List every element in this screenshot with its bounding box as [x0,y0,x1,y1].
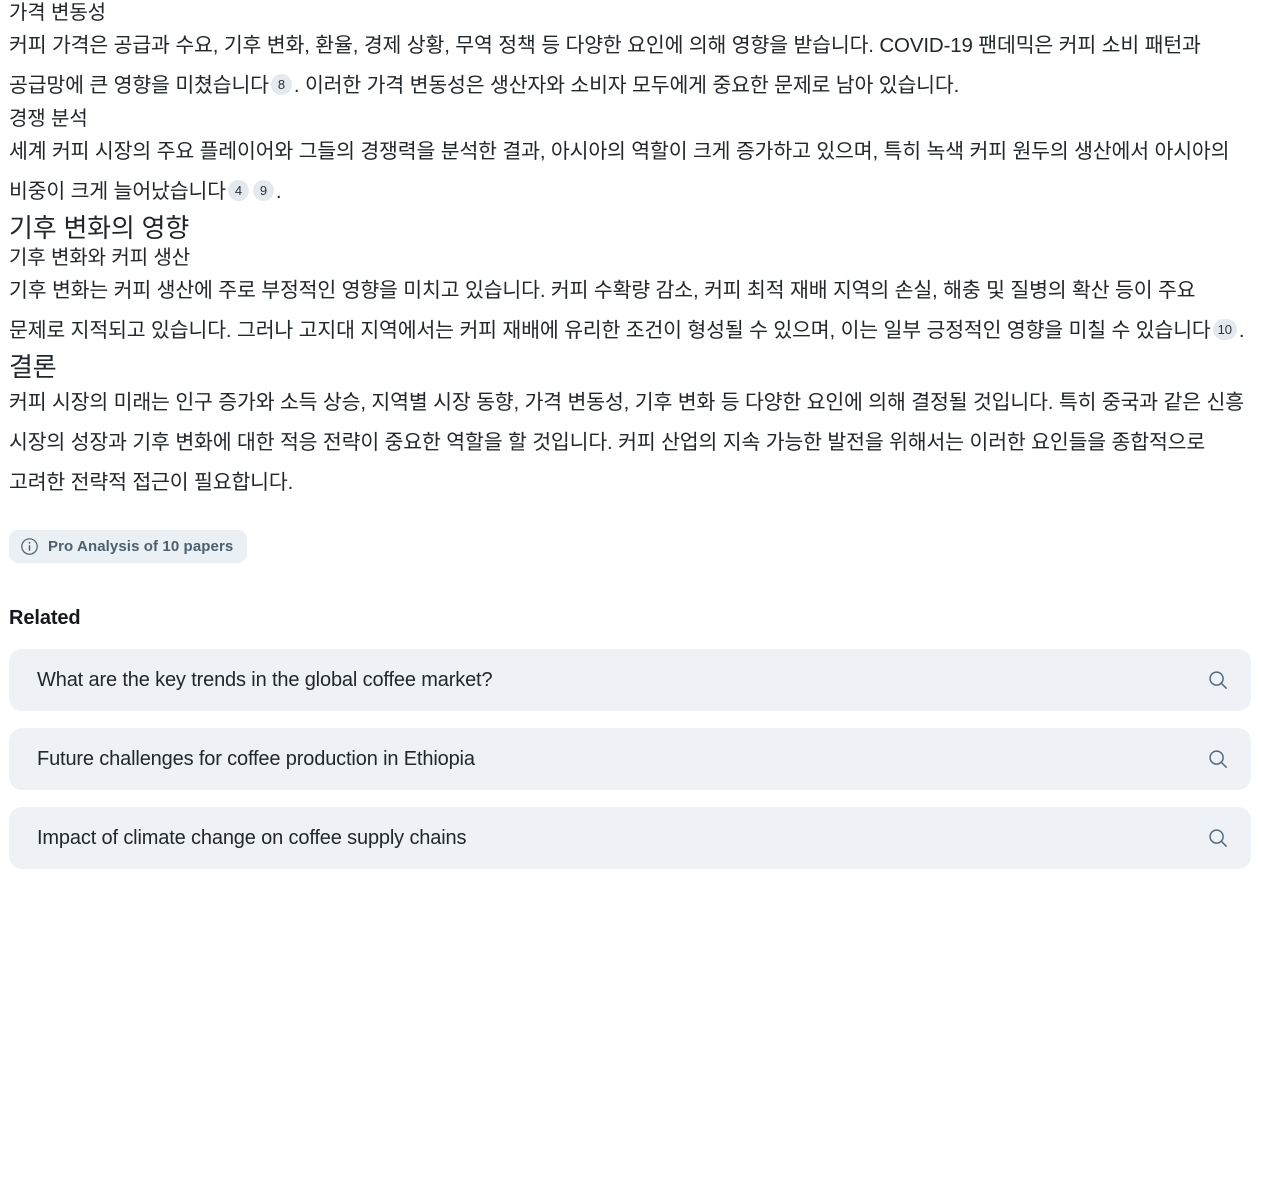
pro-analysis-row: Pro Analysis of 10 papers [9,530,1251,563]
section-price-volatility: 가격 변동성 커피 가격은 공급과 수요, 기후 변화, 환율, 경제 상황, … [9,0,1251,106]
citation-chip-9[interactable]: 9 [252,180,274,201]
conclusion-paragraph: 커피 시장의 미래는 인구 증가와 소득 상승, 지역별 시장 동향, 가격 변… [9,391,1244,494]
citation-chip-10[interactable]: 10 [1212,318,1237,340]
answer-page: 가격 변동성 커피 가격은 공급과 수요, 기후 변화, 환율, 경제 상황, … [0,0,1261,869]
related-question: What are the key trends in the global co… [37,668,493,691]
conclusion-heading: 결론 [9,351,57,382]
related-heading: Related [9,607,81,629]
paragraph-text: 기후 변화는 커피 생산에 주로 부정적인 영향을 미치고 있습니다. 커피 수… [9,278,1211,342]
section-climate-impact: 기후 변화의 영향 기후 변화와 커피 생산 기후 변화는 커피 생산에 주로 … [9,212,1251,351]
paragraph-text: . [1238,318,1245,342]
related-question: Impact of climate change on coffee suppl… [37,826,467,849]
price-volatility-paragraph: 커피 가격은 공급과 수요, 기후 변화, 환율, 경제 상황, 무역 정책 등… [9,26,1251,106]
related-item-2[interactable]: Impact of climate change on coffee suppl… [9,807,1251,869]
related-item-1[interactable]: Future challenges for coffee production … [9,728,1251,790]
climate-impact-heading: 기후 변화의 영향 [9,213,190,243]
info-icon [20,537,39,556]
citation-chip-8[interactable]: 8 [270,74,292,95]
climate-impact-subheading: 기후 변화와 커피 생산 [9,246,191,269]
competitive-analysis-heading: 경쟁 분석 [9,108,88,130]
related-section: Related What are the key trends in the g… [9,607,1251,869]
pro-analysis-badge[interactable]: Pro Analysis of 10 papers [9,530,248,563]
section-competitive-analysis: 경쟁 분석 세계 커피 시장의 주요 플레이어와 그들의 경쟁력을 분석한 결과… [9,106,1251,212]
competitive-analysis-paragraph: 세계 커피 시장의 주요 플레이어와 그들의 경쟁력을 분석한 결과, 아시아의… [9,132,1251,212]
pro-analysis-label: Pro Analysis of 10 papers [48,538,234,555]
related-question: Future challenges for coffee production … [37,747,475,770]
search-icon[interactable] [1207,827,1229,849]
search-icon[interactable] [1207,748,1229,770]
paragraph-text: 세계 커피 시장의 주요 플레이어와 그들의 경쟁력을 분석한 결과, 아시아의… [9,140,1230,203]
related-item-0[interactable]: What are the key trends in the global co… [9,649,1251,711]
paragraph-text: . [275,180,282,203]
section-conclusion: 결론 커피 시장의 미래는 인구 증가와 소득 상승, 지역별 시장 동향, 가… [9,351,1251,504]
climate-impact-paragraph: 기후 변화는 커피 생산에 주로 부정적인 영향을 미치고 있습니다. 커피 수… [9,271,1251,351]
search-icon[interactable] [1207,669,1229,691]
citation-chip-4[interactable]: 4 [227,180,249,201]
price-volatility-heading: 가격 변동성 [9,2,106,24]
paragraph-text: . 이러한 가격 변동성은 생산자와 소비자 모두에게 중요한 문제로 남아 있… [293,74,960,97]
related-list: What are the key trends in the global co… [9,649,1251,869]
